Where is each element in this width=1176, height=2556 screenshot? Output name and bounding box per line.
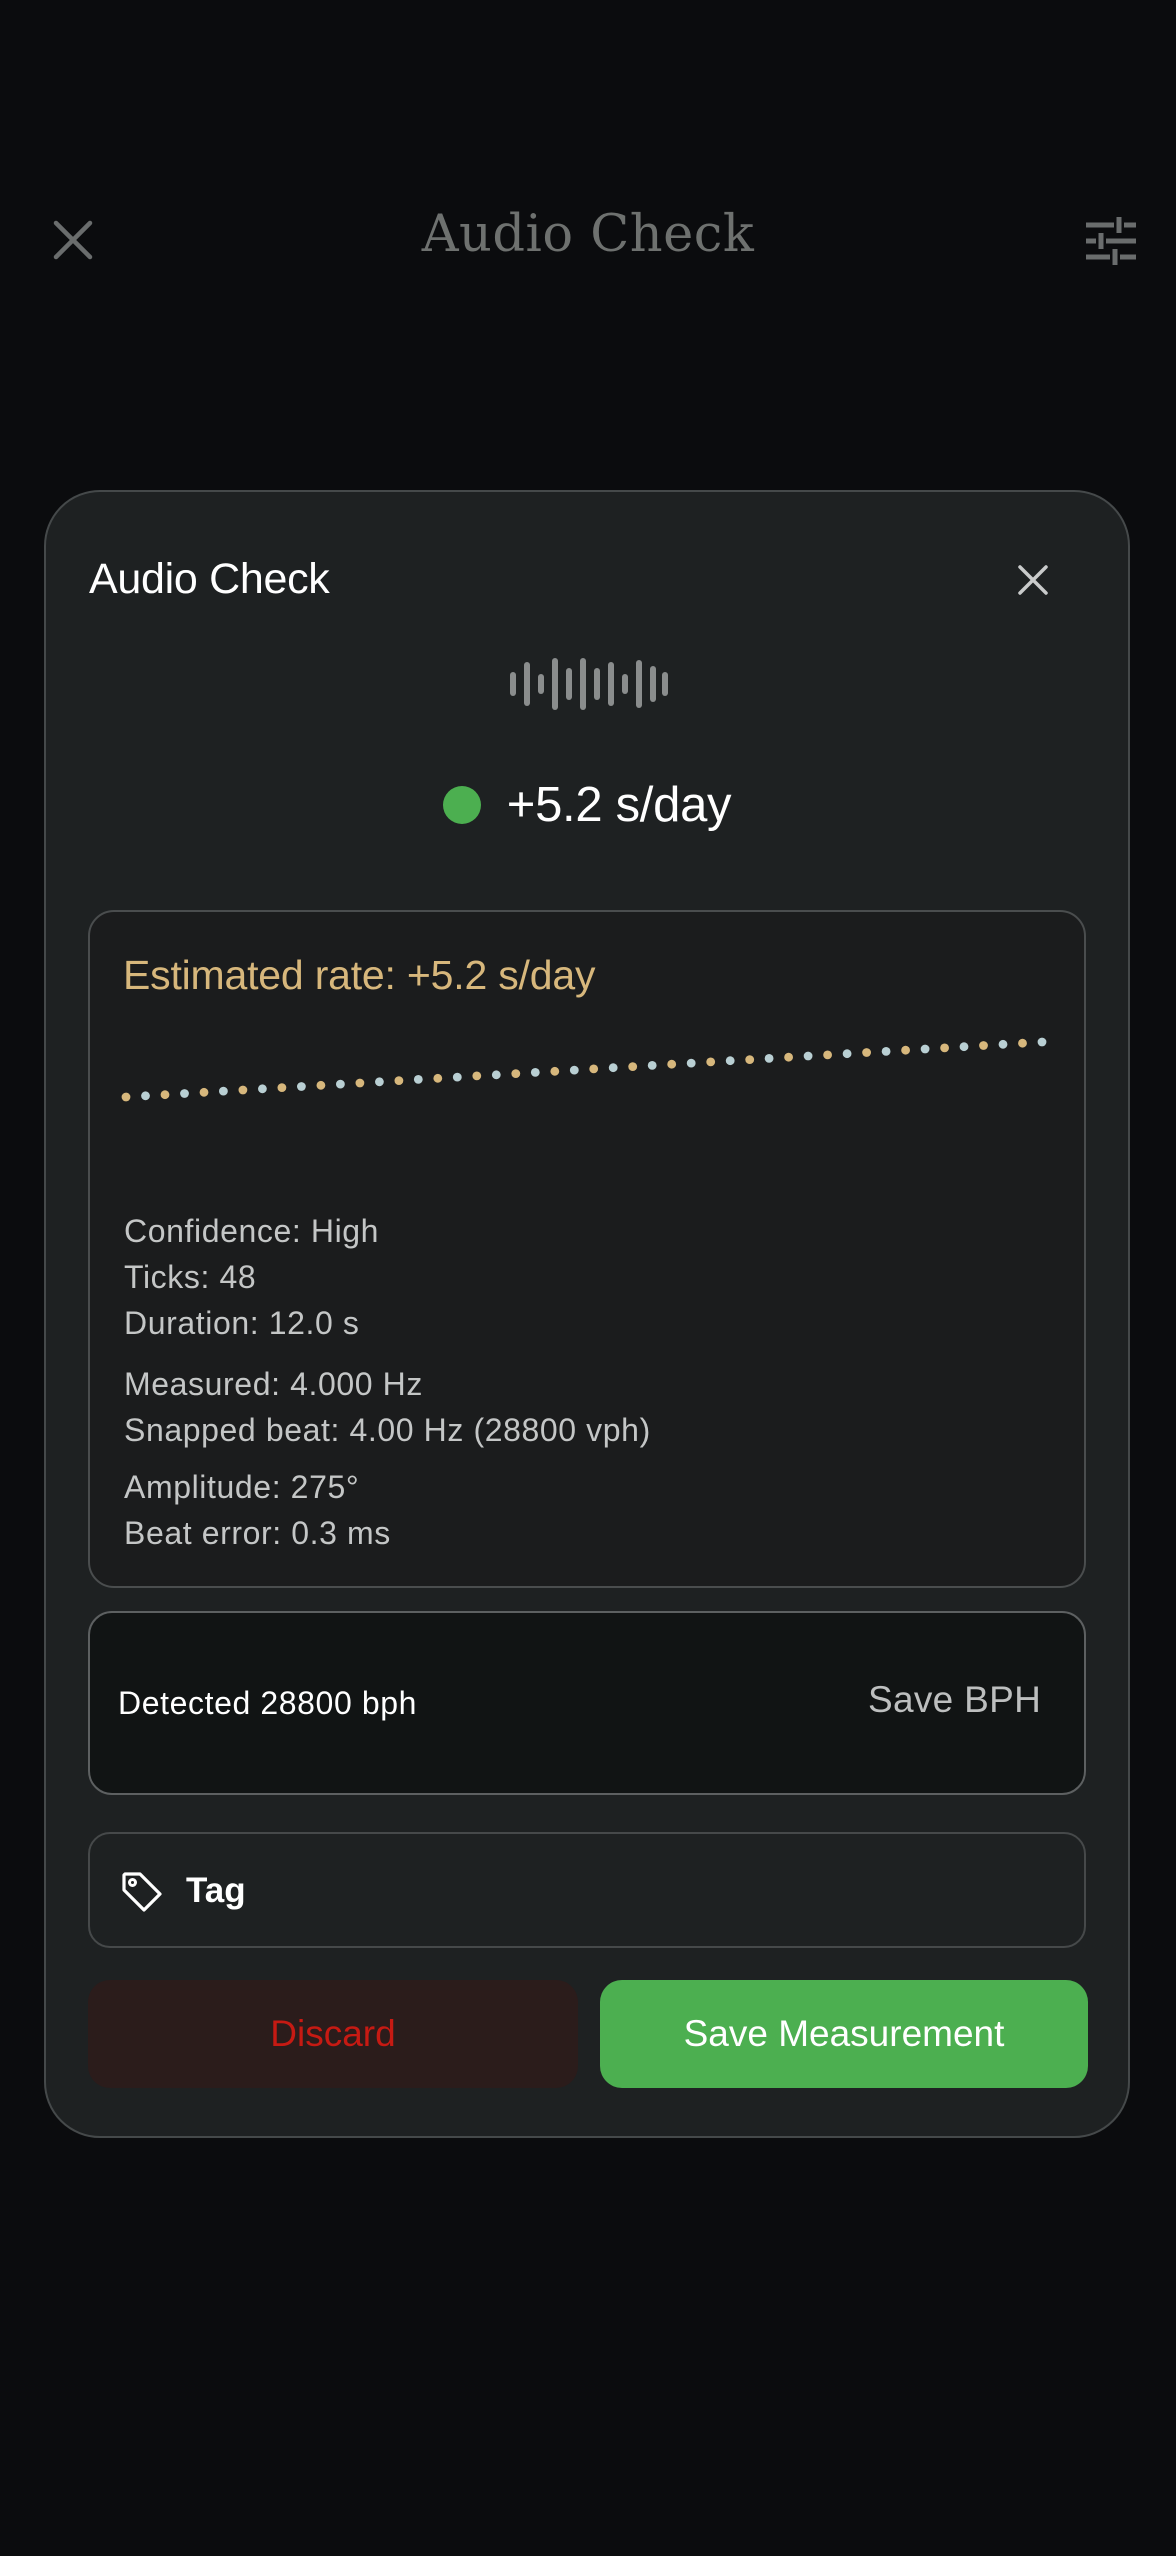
tick-dot <box>706 1057 716 1067</box>
tick-dot <box>881 1047 891 1056</box>
tick-dot <box>784 1052 793 1062</box>
tick-dot <box>862 1048 871 1057</box>
tick-dot <box>686 1058 696 1068</box>
close-icon[interactable] <box>1016 563 1050 597</box>
stat-amplitude: Amplitude: 275° <box>124 1469 360 1505</box>
tick-dot <box>979 1041 988 1050</box>
detected-bph-text: Detected 28800 bph <box>118 1685 418 1721</box>
tick-dot <box>530 1068 540 1077</box>
discard-button[interactable]: Discard <box>88 1980 578 2088</box>
tick-dot <box>842 1049 852 1059</box>
tick-dot <box>745 1055 755 1064</box>
tick-dot <box>823 1050 832 1060</box>
tick-dot <box>238 1085 248 1095</box>
modal-title: Audio Check <box>89 555 330 603</box>
tick-dot <box>647 1061 657 1070</box>
estimate-title: Estimated rate: +5.2 s/day <box>123 952 596 998</box>
tick-dot <box>433 1073 443 1083</box>
tick-dot <box>316 1080 326 1090</box>
tick-dot <box>472 1071 482 1081</box>
page-title: Audio Check <box>421 205 755 264</box>
sliders-icon[interactable] <box>1084 216 1138 266</box>
tick-dot <box>452 1072 462 1082</box>
tick-dot <box>1037 1037 1047 1047</box>
tick-dot <box>219 1086 228 1096</box>
tick-dot <box>199 1087 209 1097</box>
tick-dot <box>764 1054 774 1063</box>
tick-dot <box>940 1043 949 1053</box>
waveform-icon <box>509 657 669 711</box>
tick-dot <box>121 1092 131 1102</box>
tick-dot <box>394 1076 404 1085</box>
tick-dot <box>725 1056 735 1066</box>
tick-dot <box>375 1077 384 1087</box>
tick-dot <box>803 1051 813 1061</box>
tick-dot <box>258 1084 267 1094</box>
tick-dot <box>277 1083 287 1092</box>
tick-dot <box>141 1091 150 1101</box>
tag-label: Tag <box>186 1871 246 1910</box>
tick-dot <box>491 1070 501 1080</box>
tick-dot <box>628 1062 638 1071</box>
tick-dot <box>336 1079 345 1089</box>
tick-dot <box>959 1042 969 1052</box>
tick-dot <box>550 1066 560 1076</box>
stat-duration: Duration: 12.0 s <box>124 1305 360 1341</box>
detected-bph-card: Detected 28800 bph Save BPH <box>88 1611 1086 1795</box>
tick-dot <box>511 1069 521 1078</box>
estimate-card: Estimated rate: +5.2 s/day Confidence: H… <box>88 910 1086 1588</box>
tick-dot <box>180 1089 189 1098</box>
tick-dot <box>589 1064 599 1074</box>
tick-dot <box>569 1065 579 1075</box>
tick-dot <box>608 1063 618 1073</box>
tick-dot <box>355 1078 365 1088</box>
audio-check-modal: Audio Check +5.2 s/day Estimated rate: +… <box>44 490 1130 2138</box>
tag-icon <box>120 1870 164 1914</box>
tick-dot <box>901 1045 910 1055</box>
stat-confidence: Confidence: High <box>124 1213 380 1249</box>
tag-field[interactable]: Tag <box>88 1832 1086 1948</box>
stat-beat-error: Beat error: 0.3 ms <box>124 1515 391 1551</box>
tick-dot <box>160 1090 170 1100</box>
stat-ticks: Ticks: 48 <box>124 1259 257 1295</box>
tick-dot <box>920 1044 930 1054</box>
tick-dot <box>1018 1038 1027 1048</box>
tick-dot <box>297 1082 306 1091</box>
status-dot <box>442 786 481 824</box>
rate-value: +5.2 s/day <box>506 778 732 832</box>
save-bph-button[interactable]: Save BPH <box>868 1679 1041 1721</box>
tick-dot <box>413 1075 423 1084</box>
stat-snapped-beat: Snapped beat: 4.00 Hz (28800 vph) <box>124 1412 651 1448</box>
rate-readout: +5.2 s/day <box>46 770 1128 840</box>
tick-dot <box>998 1039 1008 1049</box>
audio-check-screen: Audio Check Audio Check +5.2 s/day Estim… <box>0 0 1176 2556</box>
tick-timeline <box>121 1037 1047 1102</box>
tick-dot <box>667 1059 677 1069</box>
save-measurement-button[interactable]: Save Measurement <box>600 1980 1088 2088</box>
stat-measured: Measured: 4.000 Hz <box>124 1366 423 1402</box>
